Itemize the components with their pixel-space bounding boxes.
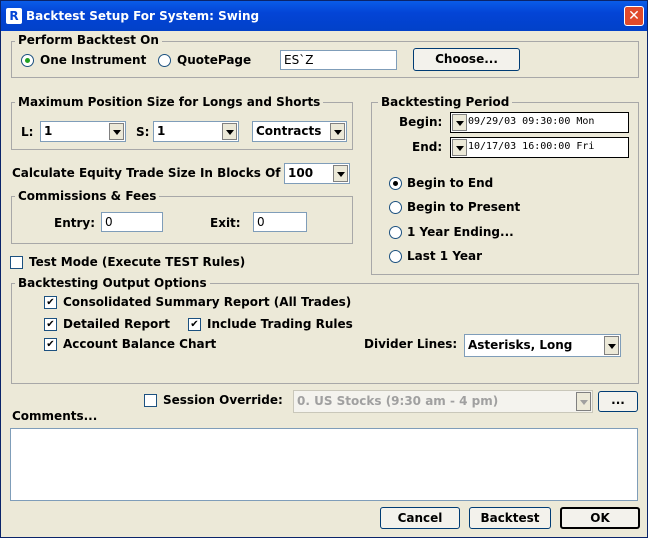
begin-to-end-label: Begin to End [407, 176, 494, 190]
ok-button[interactable]: OK [560, 507, 640, 529]
detailed-report-label: Detailed Report [63, 317, 170, 331]
exit-label: Exit: [210, 216, 241, 230]
s-size-select[interactable]: 1 [153, 121, 239, 142]
begin-to-end-radio[interactable] [389, 177, 402, 190]
divider-lines-label: Divider Lines: [364, 337, 458, 351]
blocks-label: Calculate Equity Trade Size In Blocks Of [12, 166, 281, 180]
perform-backtest-legend: Perform Backtest On [15, 33, 162, 47]
comments-label: Comments... [12, 409, 98, 423]
unit-select[interactable]: Contracts [252, 121, 347, 142]
session-more-button[interactable]: ... [598, 391, 638, 412]
chevron-down-icon[interactable] [109, 123, 124, 140]
begin-datetime-value: 09/29/03 09:30:00 Mon [468, 116, 595, 127]
begin-label: Begin: [399, 115, 443, 129]
chevron-down-icon [576, 392, 591, 411]
begin-datetime-picker[interactable]: 09/29/03 09:30:00 Mon [450, 112, 629, 133]
session-override-checkbox[interactable] [144, 394, 157, 407]
one-instrument-label: One Instrument [40, 53, 147, 67]
comments-textarea[interactable] [10, 428, 638, 501]
commissions-legend: Commissions & Fees [15, 189, 160, 203]
session-select: 0. US Stocks (9:30 am - 4 pm) [293, 390, 593, 413]
end-label: End: [412, 140, 443, 154]
end-datetime-picker[interactable]: 10/17/03 16:00:00 Fri [450, 137, 629, 158]
l-size-select[interactable]: 1 [40, 121, 126, 142]
divider-lines-value: Asterisks, Long [468, 338, 573, 352]
cancel-button[interactable]: Cancel [380, 507, 460, 529]
chevron-down-icon[interactable] [452, 139, 467, 156]
last-one-year-label: Last 1 Year [407, 249, 483, 263]
test-mode-label: Test Mode (Execute TEST Rules) [29, 255, 246, 269]
session-value: 0. US Stocks (9:30 am - 4 pm) [297, 394, 499, 408]
end-datetime-value: 10/17/03 16:00:00 Fri [468, 141, 595, 152]
last-one-year-radio[interactable] [389, 250, 402, 263]
include-rules-checkbox[interactable]: ✔ [188, 318, 201, 331]
one-year-ending-radio[interactable] [389, 226, 402, 239]
exit-input[interactable]: 0 [253, 212, 307, 232]
session-override-label: Session Override: [163, 393, 283, 407]
period-legend: Backtesting Period [378, 95, 513, 109]
l-label: L: [21, 125, 34, 139]
detailed-report-checkbox[interactable]: ✔ [44, 318, 57, 331]
app-icon: R [6, 8, 22, 24]
close-button[interactable]: ✕ [624, 6, 644, 26]
chevron-down-icon[interactable] [604, 336, 619, 355]
output-legend: Backtesting Output Options [15, 276, 210, 290]
balance-chart-label: Account Balance Chart [63, 337, 217, 351]
symbol-input[interactable]: ES`Z [280, 50, 397, 70]
entry-label: Entry: [54, 216, 96, 230]
quotepage-label: QuotePage [177, 53, 252, 67]
chevron-down-icon[interactable] [452, 114, 467, 131]
chevron-down-icon[interactable] [333, 165, 348, 182]
consolidated-checkbox[interactable]: ✔ [44, 296, 57, 309]
s-label: S: [136, 125, 150, 139]
balance-chart-checkbox[interactable]: ✔ [44, 338, 57, 351]
backtest-button[interactable]: Backtest [469, 507, 551, 529]
window-title: Backtest Setup For System: Swing [26, 9, 260, 23]
title-bar[interactable]: R Backtest Setup For System: Swing ✕ [1, 1, 647, 31]
one-instrument-radio[interactable] [21, 54, 34, 67]
max-position-legend: Maximum Position Size for Longs and Shor… [15, 95, 324, 109]
chevron-down-icon[interactable] [330, 123, 345, 140]
choose-button[interactable]: Choose... [413, 48, 520, 71]
begin-to-present-label: Begin to Present [407, 200, 521, 214]
test-mode-checkbox[interactable] [10, 256, 23, 269]
begin-to-present-radio[interactable] [389, 201, 402, 214]
blocks-select[interactable]: 100 [284, 163, 350, 184]
include-rules-label: Include Trading Rules [207, 317, 353, 331]
one-year-ending-label: 1 Year Ending... [407, 225, 514, 239]
entry-input[interactable]: 0 [101, 212, 163, 232]
chevron-down-icon[interactable] [222, 123, 237, 140]
backtest-setup-dialog: R Backtest Setup For System: Swing ✕ Per… [0, 0, 648, 538]
consolidated-label: Consolidated Summary Report (All Trades) [63, 295, 352, 309]
quotepage-radio[interactable] [158, 54, 171, 67]
divider-lines-select[interactable]: Asterisks, Long [464, 334, 621, 357]
